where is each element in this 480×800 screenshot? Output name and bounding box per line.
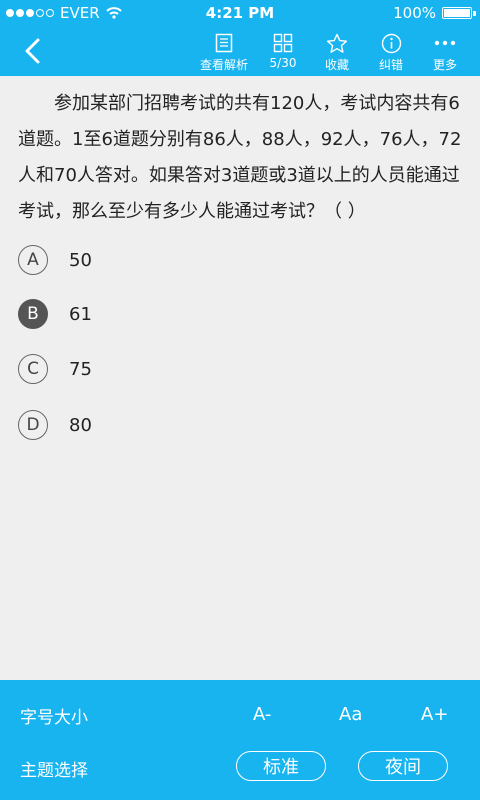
report-error-button[interactable]: 纠错	[364, 32, 418, 76]
option-a[interactable]: A 50	[18, 245, 92, 275]
report-error-label: 纠错	[378, 58, 403, 72]
option-c-text: 75	[69, 358, 92, 380]
view-analysis-button[interactable]: 查看解析	[192, 32, 256, 76]
question-index-button[interactable]: 5/30	[256, 32, 310, 76]
theme-label: 主题选择	[20, 761, 88, 781]
font-smaller-button[interactable]: A-	[253, 704, 271, 725]
theme-night-button[interactable]: 夜间	[358, 751, 448, 781]
font-size-label: 字号大小	[20, 708, 88, 728]
status-bar: EVER 4:21 PM 100%	[0, 0, 480, 26]
option-b-text: 61	[69, 303, 92, 325]
favorite-label: 收藏	[324, 58, 349, 72]
more-icon	[434, 32, 456, 54]
top-toolbar: 查看解析 5/30 收藏 纠错 更多	[0, 26, 480, 76]
star-icon	[326, 32, 348, 54]
settings-panel: 字号大小 A- Aa A+ 主题选择 标准 夜间	[0, 680, 480, 800]
status-right: 100%	[393, 4, 476, 22]
option-a-text: 50	[69, 249, 92, 271]
battery-percent: 100%	[393, 4, 436, 22]
option-b-circle: B	[18, 299, 48, 329]
battery-icon	[442, 7, 476, 19]
info-icon	[381, 32, 402, 54]
view-analysis-label: 查看解析	[199, 58, 248, 72]
option-b[interactable]: B 61	[18, 299, 92, 329]
font-larger-button[interactable]: A+	[421, 704, 448, 725]
option-a-circle: A	[18, 245, 48, 275]
chevron-left-icon[interactable]	[18, 36, 48, 66]
question-index-label: 5/30	[269, 56, 297, 70]
option-d-text: 80	[69, 414, 92, 436]
theme-standard-button[interactable]: 标准	[236, 751, 326, 781]
document-icon	[215, 32, 233, 54]
more-button[interactable]: 更多	[418, 32, 472, 76]
more-label: 更多	[432, 58, 457, 72]
toolbar-actions: 查看解析 5/30 收藏 纠错 更多	[192, 32, 472, 76]
option-d[interactable]: D 80	[18, 410, 92, 440]
grid-icon	[273, 32, 293, 54]
option-d-circle: D	[18, 410, 48, 440]
font-default-button[interactable]: Aa	[339, 704, 362, 725]
favorite-button[interactable]: 收藏	[310, 32, 364, 76]
option-c[interactable]: C 75	[18, 354, 92, 384]
question-text: 参加某部门招聘考试的共有120人，考试内容共有6道题。1至6道题分别有86人，8…	[18, 93, 462, 222]
option-c-circle: C	[18, 354, 48, 384]
